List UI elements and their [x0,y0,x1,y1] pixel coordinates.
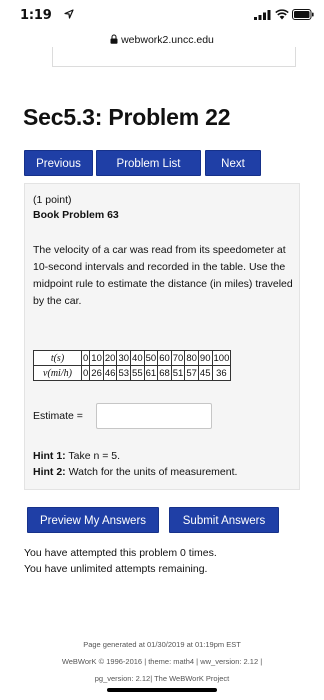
table-cell: 53 [116,365,132,381]
table-cell: 40 [130,350,145,366]
battery-icon [292,9,314,20]
footer-project: pg_version: 2.12| The WeBWorK Project [94,674,230,683]
wifi-icon [275,9,289,20]
table-cell: 55 [130,365,145,381]
hint-2: Hint 2: Watch for the units of measureme… [33,466,237,478]
next-button[interactable]: Next [205,150,261,176]
hint-2-text: Watch for the units of measurement. [68,466,238,478]
page-title: Sec5.3: Problem 22 [23,104,231,130]
attempts-count-text: You have attempted this problem 0 times. [24,547,217,559]
row-label-velocity: v(mi/h) [33,365,82,381]
submit-answers-button[interactable]: Submit Answers [169,507,279,533]
table-cell: 57 [184,365,199,381]
table-cell: 45 [197,365,213,381]
lock-icon [110,34,118,44]
location-arrow-icon [64,9,74,19]
footer-version: WeBWorK © 1996-2016 | theme: math4 | ww_… [61,657,263,666]
hint-1-text: Take n = 5. [68,450,121,462]
table-cell: 30 [116,350,132,366]
table-cell: 70 [170,350,186,366]
problem-panel: (1 point) Book Problem 63 The velocity o… [24,183,300,490]
footer-generated: Page generated at 01/30/2019 at 01:19pm … [83,640,241,649]
table-cell: 0 [80,365,91,381]
problem-list-button[interactable]: Problem List [96,150,201,176]
velocity-table: t(s) 0 10 20 30 40 50 60 70 80 90 100 v(… [33,350,232,381]
preview-answers-button[interactable]: Preview My Answers [27,507,159,533]
previous-button[interactable]: Previous [24,150,93,176]
table-cell: 100 [211,350,232,366]
table-row: v(mi/h) 0 26 46 53 55 61 68 51 57 45 36 [33,365,232,381]
table-cell: 80 [184,350,199,366]
table-cell: 0 [80,350,91,366]
table-cell: 60 [157,350,172,366]
table-row: t(s) 0 10 20 30 40 50 60 70 80 90 100 [33,350,232,366]
table-cell: 50 [143,350,159,366]
table-cell: 90 [197,350,213,366]
table-cell: 26 [89,365,104,381]
hint-1-label: Hint 1: [33,450,66,462]
table-cell: 61 [143,365,159,381]
table-cell: 51 [170,365,186,381]
estimate-input[interactable] [96,403,212,429]
table-cell: 36 [211,365,232,381]
problem-points: (1 point) [33,194,72,206]
table-cell: 10 [89,350,104,366]
url-text: webwork2.uncc.edu [121,34,214,46]
hint-2-label: Hint 2: [33,466,66,478]
signal-bars-icon [254,10,271,20]
table-cell: 46 [102,365,118,381]
table-cell: 20 [102,350,118,366]
home-indicator[interactable] [107,688,217,692]
problem-source: Book Problem 63 [33,209,119,221]
status-time: 1:19 [20,8,52,23]
estimate-label: Estimate = [33,410,83,422]
attempts-remaining-text: You have unlimited attempts remaining. [24,563,208,575]
hint-1: Hint 1: Take n = 5. [33,450,120,462]
top-panel [52,47,296,67]
problem-statement: The velocity of a car was read from its … [33,244,293,307]
table-cell: 68 [157,365,172,381]
row-label-time: t(s) [33,350,82,366]
status-bar: 1:19 [0,0,324,30]
